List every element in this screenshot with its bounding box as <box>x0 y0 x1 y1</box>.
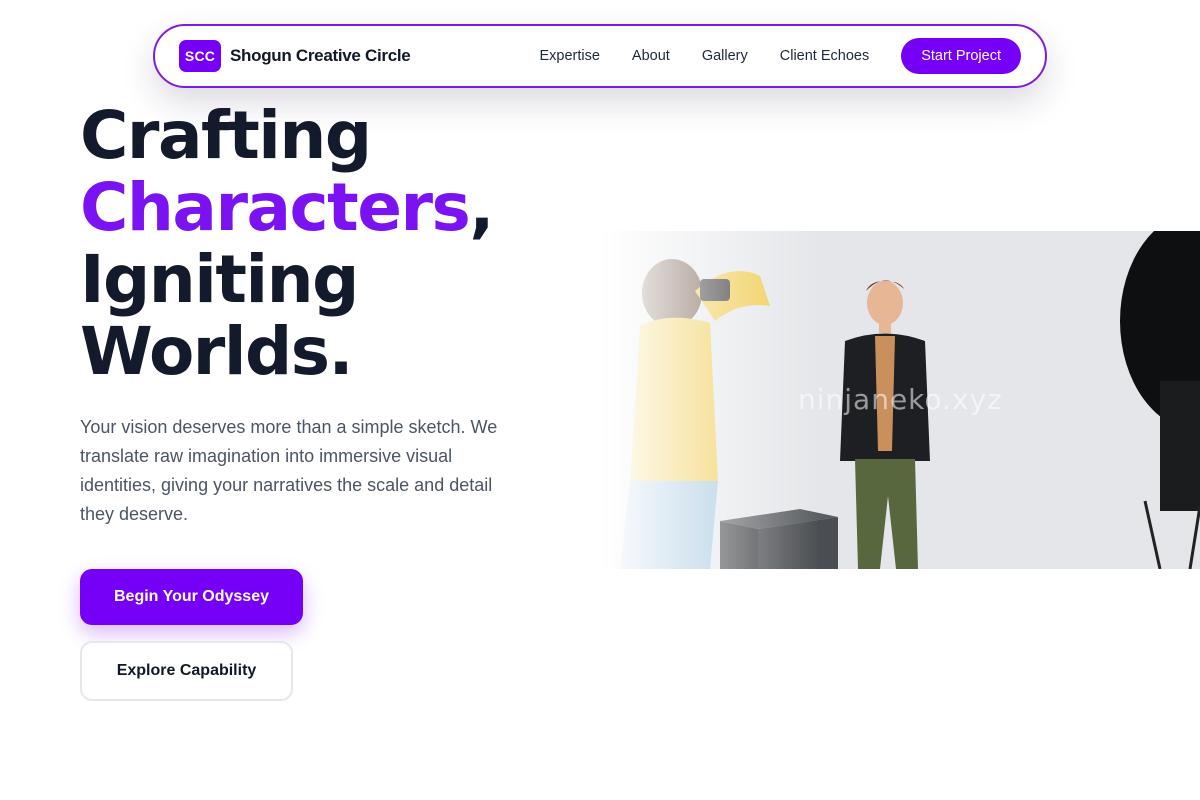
brand-logo-badge[interactable]: SCC <box>179 40 221 72</box>
landing-page: SCC Shogun Creative Circle Expertise Abo… <box>0 0 1200 800</box>
nav-link-gallery[interactable]: Gallery <box>702 48 748 64</box>
hero-headline: Crafting Characters, Igniting Worlds. <box>80 97 494 390</box>
headline-accent-word: Characters <box>80 169 471 246</box>
hero-subtext: Your vision deserves more than a simple … <box>80 417 498 524</box>
begin-your-odyssey-button[interactable]: Begin Your Odyssey <box>80 569 303 625</box>
brand-name[interactable]: Shogun Creative Circle <box>230 46 411 66</box>
nav-link-client-echoes[interactable]: Client Echoes <box>780 48 869 64</box>
photo-watermark: ninjaneko.xyz <box>798 383 1003 416</box>
explore-capability-button[interactable]: Explore Capability <box>80 641 293 701</box>
headline-line-1: Crafting <box>80 97 372 174</box>
top-navigation: SCC Shogun Creative Circle Expertise Abo… <box>153 24 1047 88</box>
hero-photo: ninjaneko.xyz <box>600 231 1200 569</box>
headline-line-3: Igniting <box>80 241 359 318</box>
headline-comma: , <box>469 169 494 246</box>
nav-link-about[interactable]: About <box>632 48 670 64</box>
photo-fade-overlay <box>600 231 820 569</box>
headline-line-4: Worlds. <box>80 313 354 390</box>
nav-link-expertise[interactable]: Expertise <box>539 48 599 64</box>
start-project-button[interactable]: Start Project <box>901 38 1021 74</box>
nav-links: Expertise About Gallery Client Echoes St… <box>539 38 1021 74</box>
headline-line-2: Characters, <box>80 169 494 246</box>
